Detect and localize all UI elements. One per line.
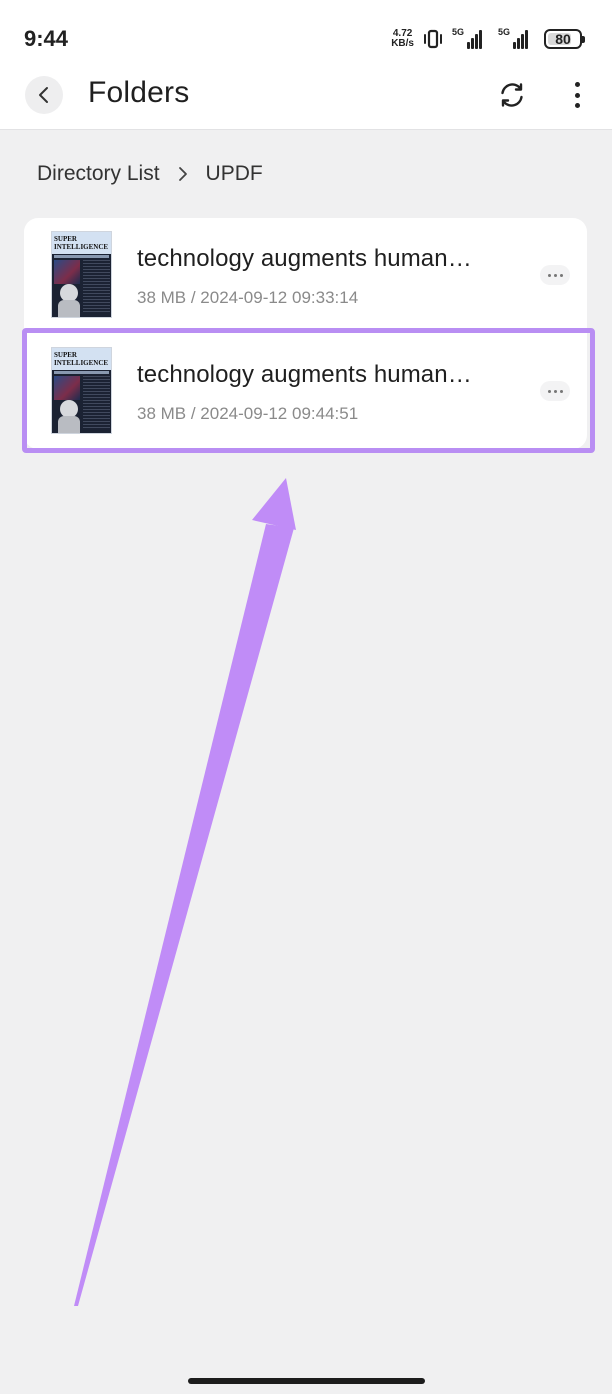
arrow-head [252,478,296,530]
arrow-shaft [74,524,294,1306]
annotation-arrow [74,478,296,1306]
home-indicator[interactable] [188,1378,425,1384]
